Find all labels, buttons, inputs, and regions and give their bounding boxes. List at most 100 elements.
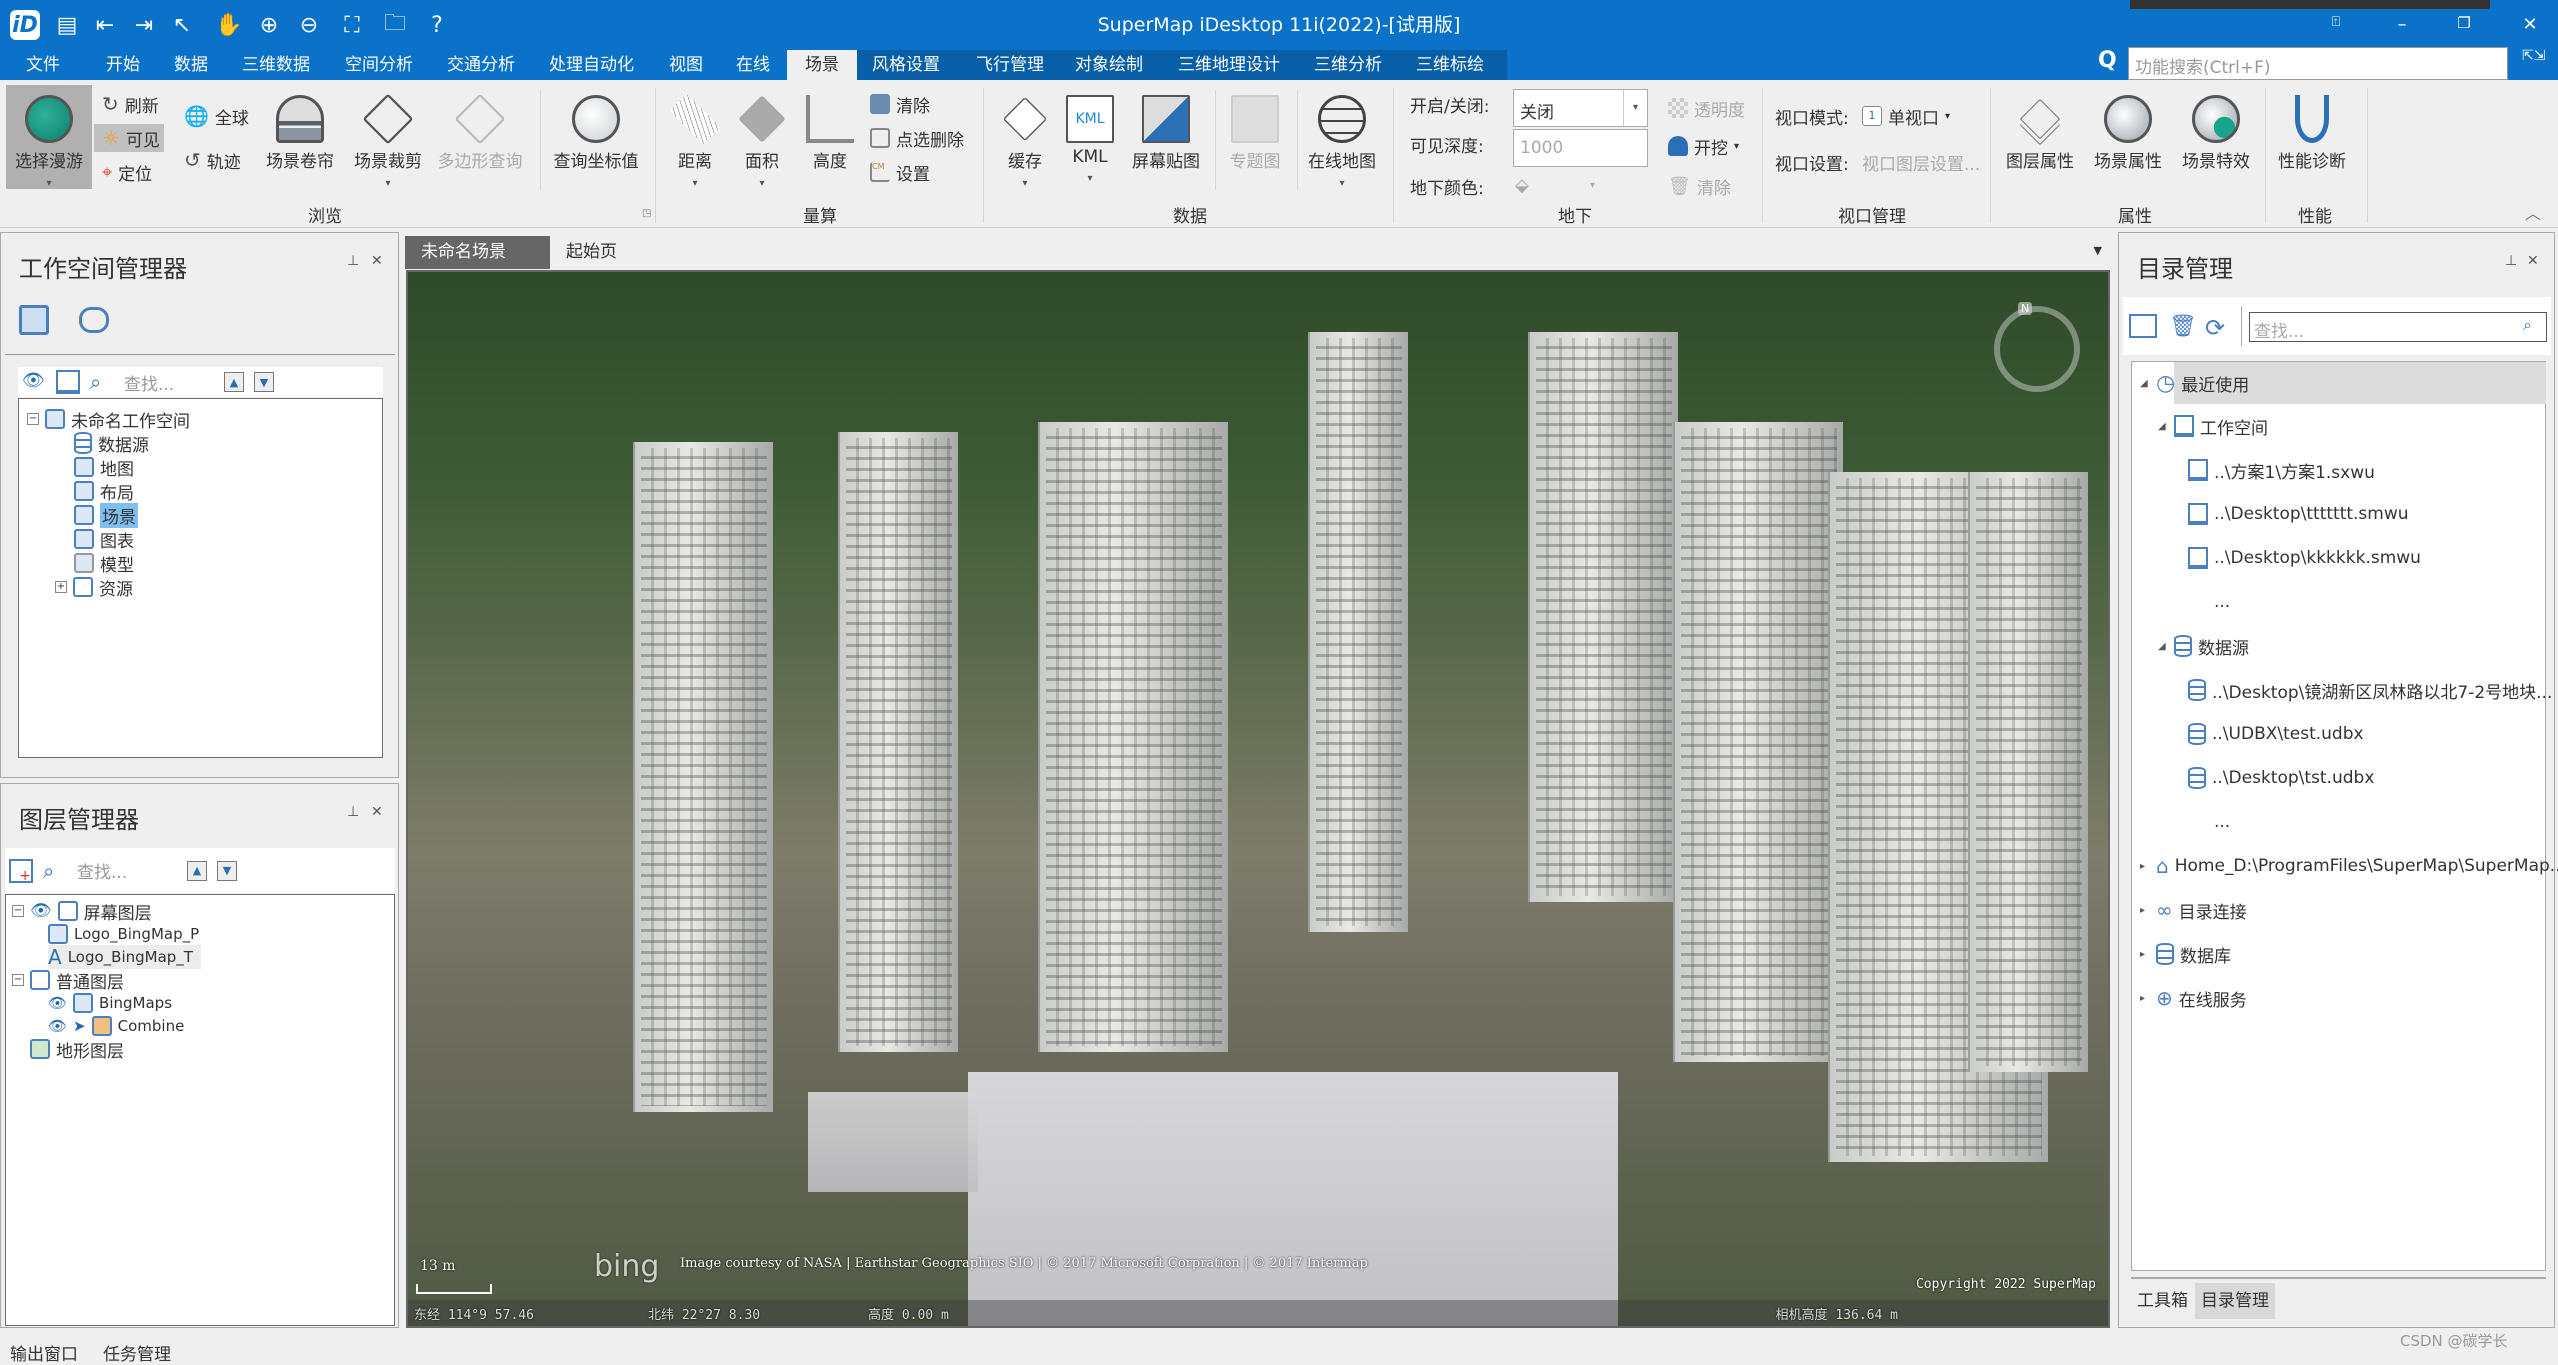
fill-color-icon[interactable]: ⬙: [1515, 175, 1529, 196]
move-up-button[interactable]: ▲: [224, 372, 244, 392]
tab-toolbox[interactable]: 工具箱: [2131, 1283, 2194, 1319]
collapse-icon[interactable]: −: [12, 905, 24, 917]
tree-node-maps[interactable]: 地图: [74, 455, 134, 480]
excavate-button[interactable]: 开挖 ▾: [1668, 132, 1739, 160]
catalog-item[interactable]: ..\Desktop\镜湖新区凤林路以北7-2号地块...: [2188, 678, 2552, 703]
catalog-item[interactable]: ..\方案1\方案1.sxwu: [2188, 458, 2375, 483]
screen-image-button[interactable]: 屏幕贴图: [1128, 85, 1204, 172]
measure-clear-button[interactable]: 清除: [870, 90, 930, 118]
refresh-icon[interactable]: ⟳: [2205, 314, 2229, 342]
scene-clip-button[interactable]: 场景裁剪 ▾: [350, 85, 426, 189]
polygon-query-button[interactable]: 多边形查询: [436, 85, 524, 172]
layer-search-input[interactable]: 查找...: [77, 858, 177, 883]
viewport-mode-dropdown[interactable]: 1 单视口 ▾: [1862, 102, 1950, 130]
catalog-item[interactable]: ..\Desktop\kkkkkk.smwu: [2188, 546, 2421, 570]
delete-icon[interactable]: 🗑: [2169, 314, 2197, 339]
local-workspace-icon[interactable]: [19, 305, 49, 335]
pin-icon[interactable]: ⊥: [347, 804, 359, 820]
scene-effects-button[interactable]: 场景特效: [2178, 85, 2254, 172]
underground-onoff-select[interactable]: 关闭 ▾: [1513, 89, 1648, 127]
catalog-item-more[interactable]: ...: [2214, 810, 2230, 834]
collapse-ribbon-icon[interactable]: ︿: [2525, 200, 2541, 224]
tab-catalog[interactable]: 目录管理: [2195, 1283, 2275, 1319]
tree-node-datasources[interactable]: 数据源: [74, 431, 149, 456]
tree-node-workspace-root[interactable]: − 未命名工作空间: [27, 407, 190, 432]
transparency-button[interactable]: 透明度: [1668, 94, 1745, 122]
expand-arrow-icon[interactable]: ▸: [2140, 993, 2150, 1004]
catalog-item[interactable]: ..\Desktop\ttttttt.smwu: [2188, 502, 2409, 526]
tree-node-layouts[interactable]: 布局: [74, 479, 134, 504]
workspace-icon[interactable]: [56, 370, 80, 394]
menu-tab-3d-design[interactable]: 三维地理设计: [1166, 50, 1292, 80]
close-icon[interactable]: ✕: [2527, 253, 2539, 269]
catalog-node-recent[interactable]: ◢ ◷ 最近使用: [2140, 371, 2249, 396]
menu-tab-traffic-analysis[interactable]: 交通分析: [435, 50, 527, 80]
catalog-node-online-services[interactable]: ▸ ⊕ 在线服务: [2140, 986, 2247, 1011]
pick-delete-button[interactable]: 点选删除: [870, 124, 964, 152]
height-button[interactable]: 高度: [800, 85, 860, 172]
locate-button[interactable]: ⌖ 定位: [102, 158, 152, 186]
underground-depth-input[interactable]: 1000: [1513, 129, 1648, 167]
layer-item[interactable]: 👁 ➤ Combine: [48, 1014, 184, 1038]
close-icon[interactable]: ✕: [371, 253, 383, 269]
catalog-item[interactable]: ..\UDBX\test.udbx: [2188, 722, 2364, 746]
visible-button[interactable]: ☼ 可见: [94, 124, 164, 152]
menu-tab-3d-plot[interactable]: 三维标绘: [1404, 50, 1496, 80]
visible-eye-icon[interactable]: 👁: [48, 994, 67, 1012]
close-icon[interactable]: ✕: [371, 804, 383, 820]
scene-view[interactable]: N 13 m bing Image courtesy of NASA | Ear…: [406, 270, 2110, 1328]
function-search-input[interactable]: 功能搜索(Ctrl+F): [2128, 47, 2508, 80]
chevron-down-icon[interactable]: ▾: [1590, 180, 1595, 191]
close-icon[interactable]: ✕: [2510, 14, 2550, 35]
collapse-arrow-icon[interactable]: ◢: [2140, 378, 2150, 389]
scene-swipe-button[interactable]: 场景卷帘: [262, 85, 338, 172]
new-folder-icon[interactable]: [2129, 314, 2157, 338]
fullscreen-icon[interactable]: ⇱⇲: [2522, 49, 2546, 63]
tab-start-page[interactable]: 起始页: [550, 236, 633, 269]
restore-icon[interactable]: ❐: [2444, 14, 2484, 32]
thematic-map-button[interactable]: 专题图: [1222, 85, 1288, 172]
visible-eye-icon[interactable]: 👁: [48, 1017, 67, 1035]
track-button[interactable]: ↺ 轨迹: [184, 146, 241, 174]
menu-tab-object-draw[interactable]: 对象绘制: [1063, 50, 1155, 80]
chevron-down-icon[interactable]: ▾: [1623, 90, 1647, 126]
add-layer-group-icon[interactable]: +: [9, 858, 33, 884]
scene-properties-button[interactable]: 场景属性: [2090, 85, 2166, 172]
tree-node-scenes[interactable]: 场景: [74, 502, 138, 528]
menu-tab-online[interactable]: 在线: [724, 50, 782, 80]
tab-output-window[interactable]: 输出窗口: [10, 1340, 78, 1365]
underground-clear-button[interactable]: 🗑 清除: [1668, 172, 1731, 200]
layer-group-screen[interactable]: − 👁 屏幕图层: [12, 899, 152, 924]
select-roam-button[interactable]: 选择漫游 ▾: [6, 85, 92, 189]
catalog-item[interactable]: ..\Desktop\tst.udbx: [2188, 766, 2374, 790]
kml-button[interactable]: KML KML ▾: [1060, 85, 1120, 184]
online-map-button[interactable]: 在线地图 ▾: [1302, 85, 1382, 189]
workspace-search-input[interactable]: 查找...: [124, 370, 214, 395]
expand-icon[interactable]: +: [55, 581, 67, 593]
menu-tab-spatial-analysis[interactable]: 空间分析: [333, 50, 425, 80]
tab-untitled-scene[interactable]: 未命名场景 ✕: [405, 236, 550, 294]
menu-tab-3d-analysis[interactable]: 三维分析: [1302, 50, 1394, 80]
search-icon[interactable]: Q: [2098, 48, 2117, 73]
compass-ring[interactable]: N: [1994, 302, 2080, 392]
pin-icon[interactable]: ⊥: [2505, 253, 2517, 269]
menu-tab-start[interactable]: 开始: [94, 50, 152, 80]
search-icon[interactable]: ⌕: [43, 859, 67, 883]
measure-settings-button[interactable]: CM 设置: [870, 158, 930, 186]
menu-tab-style[interactable]: 风格设置: [860, 50, 952, 80]
dialog-launcher-icon[interactable]: ◳: [642, 208, 651, 219]
menu-tab-automation[interactable]: 处理自动化: [537, 50, 646, 80]
menu-tab-3d-data[interactable]: 三维数据: [230, 50, 322, 80]
move-up-button[interactable]: ▲: [187, 860, 207, 881]
menu-tab-view[interactable]: 视图: [657, 50, 715, 80]
layer-item[interactable]: Logo_BingMap_P: [48, 922, 199, 946]
layer-item[interactable]: 👁 BingMaps: [48, 991, 172, 1015]
menu-tab-flight[interactable]: 飞行管理: [964, 50, 1056, 80]
cache-button[interactable]: 缓存 ▾: [995, 85, 1055, 189]
layer-item[interactable]: A Logo_BingMap_T: [48, 945, 201, 969]
layer-group-terrain[interactable]: 地形图层: [30, 1037, 124, 1062]
search-icon[interactable]: ⌕: [2523, 315, 2532, 335]
visible-eye-icon[interactable]: 👁: [30, 901, 52, 921]
tab-list-dropdown-icon[interactable]: ▼: [2094, 244, 2102, 257]
layer-group-normal[interactable]: − 普通图层: [12, 968, 124, 993]
